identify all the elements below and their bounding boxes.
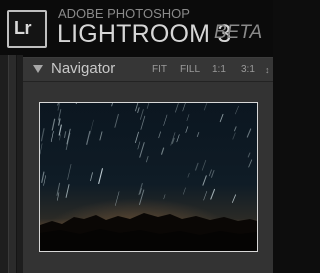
zoom-fit-option[interactable]: FIT <box>152 64 167 75</box>
navigator-panel: Navigator FIT FILL 1:1 3:1 ↕ <box>23 57 273 273</box>
zoom-fill-option[interactable]: FILL <box>180 64 200 75</box>
disclosure-triangle-icon[interactable] <box>33 65 43 73</box>
identity-plate: Lr ADOBE PHOTOSHOP LIGHTROOM 3 BETA <box>0 0 273 55</box>
logo-text: Lr <box>14 18 32 38</box>
panel-title: Navigator <box>51 60 116 77</box>
release-tag-label: BETA <box>214 22 263 43</box>
chevron-down-icon[interactable]: ↕ <box>265 65 270 75</box>
navigator-panel-header[interactable]: Navigator FIT FILL 1:1 3:1 ↕ <box>23 58 273 82</box>
zoom-3-1-option[interactable]: 3:1 <box>241 64 255 75</box>
app-name-label: LIGHTROOM 3 <box>57 20 232 48</box>
lightroom-logo-icon: Lr <box>7 10 47 48</box>
lightroom-window: Lr ADOBE PHOTOSHOP LIGHTROOM 3 BETA Navi… <box>0 0 273 273</box>
star-trails-photo <box>40 103 257 251</box>
navigator-preview-image[interactable] <box>39 102 258 252</box>
zoom-1-1-option[interactable]: 1:1 <box>212 64 226 75</box>
left-panel-toggle[interactable] <box>8 55 17 273</box>
product-line-label: ADOBE PHOTOSHOP <box>58 6 190 21</box>
